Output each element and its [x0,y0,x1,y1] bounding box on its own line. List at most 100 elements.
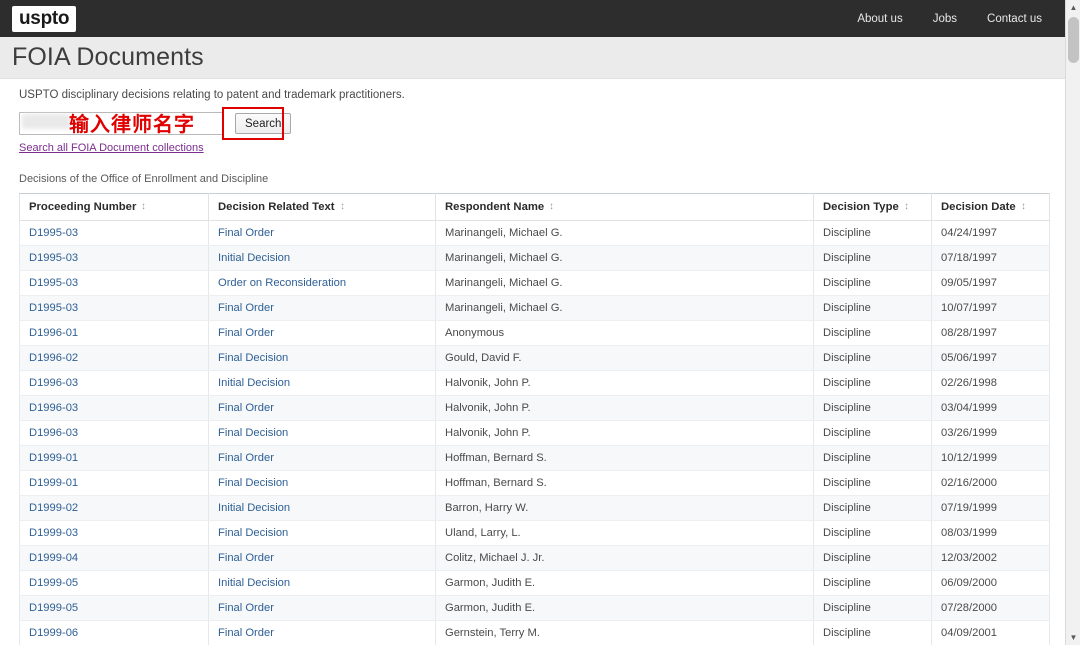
cell-proceeding-number-link[interactable]: D1996-02 [29,352,78,364]
cell-decision-related-text-link[interactable]: Final Order [218,327,274,339]
cell-proceeding-number[interactable]: D1995-03 [19,295,209,321]
cell-proceeding-number[interactable]: D1999-03 [19,520,209,546]
cell-proceeding-number[interactable]: D1999-02 [19,495,209,521]
cell-proceeding-number[interactable]: D1999-04 [19,545,209,571]
cell-decision-related-text-link[interactable]: Initial Decision [218,377,290,389]
cell-proceeding-number-link[interactable]: D1996-03 [29,377,78,389]
cell-proceeding-number-link[interactable]: D1999-05 [29,577,78,589]
cell-decision-related-text[interactable]: Initial Decision [208,245,436,271]
scrollbar-thumb[interactable] [1068,17,1079,63]
cell-decision-related-text[interactable]: Final Order [208,320,436,346]
cell-proceeding-number[interactable]: D1995-03 [19,245,209,271]
foia-documents-table: Proceeding Number ↕ Decision Related Text… [19,192,1050,645]
cell-proceeding-number-link[interactable]: D1999-04 [29,552,78,564]
cell-decision-related-text-link[interactable]: Initial Decision [218,252,290,264]
cell-proceeding-number[interactable]: D1996-02 [19,345,209,371]
uspto-logo[interactable]: uspto [12,5,77,32]
cell-proceeding-number-link[interactable]: D1995-03 [29,302,78,314]
cell-decision-related-text-link[interactable]: Final Decision [218,427,288,439]
cell-decision-related-text-link[interactable]: Final Decision [218,352,288,364]
cell-proceeding-number-link[interactable]: D1999-01 [29,477,78,489]
cell-proceeding-number[interactable]: D1999-01 [19,445,209,471]
cell-proceeding-number[interactable]: D1995-03 [19,270,209,296]
page-title: FOIA Documents [12,43,204,71]
cell-decision-related-text[interactable]: Initial Decision [208,495,436,521]
cell-decision-related-text-link[interactable]: Final Order [218,402,274,414]
cell-proceeding-number[interactable]: D1999-05 [19,570,209,596]
browser-scrollbar[interactable]: ▲ ▼ [1065,0,1080,645]
cell-proceeding-number[interactable]: D1996-03 [19,395,209,421]
cell-proceeding-number[interactable]: D1996-03 [19,420,209,446]
cell-decision-related-text[interactable]: Final Order [208,220,436,246]
nav-link-contact-us[interactable]: Contact us [987,13,1042,25]
cell-proceeding-number[interactable]: D1996-01 [19,320,209,346]
cell-decision-related-text-link[interactable]: Initial Decision [218,502,290,514]
cell-decision-related-text[interactable]: Final Order [208,595,436,621]
sort-icon[interactable]: ↕ [340,201,344,212]
cell-decision-related-text[interactable]: Final Decision [208,420,436,446]
page-root: uspto About us Jobs Contact us FOIA Docu… [0,0,1080,645]
search-button[interactable]: Search [235,113,292,135]
cell-decision-related-text[interactable]: Final Decision [208,470,436,496]
search-input[interactable] [19,112,224,136]
search-all-collections-link[interactable]: Search all FOIA Document collections [19,142,204,154]
cell-decision-related-text-link[interactable]: Final Decision [218,527,288,539]
sort-icon[interactable]: ↕ [904,201,908,212]
cell-decision-related-text[interactable]: Final Decision [208,520,436,546]
column-header-decision-type[interactable]: Decision Type ↕ [813,192,932,221]
cell-proceeding-number-link[interactable]: D1996-03 [29,402,78,414]
cell-decision-date: 09/05/1997 [931,270,1050,296]
cell-decision-related-text[interactable]: Order on Reconsideration [208,270,436,296]
table-row: D1995-03 Final Order Marinangeli, Michael … [19,220,1050,246]
cell-decision-related-text[interactable]: Final Order [208,445,436,471]
scrollbar-up-arrow-icon[interactable]: ▲ [1066,0,1080,15]
cell-decision-related-text-link[interactable]: Initial Decision [218,577,290,589]
cell-decision-related-text[interactable]: Final Order [208,395,436,421]
cell-decision-related-text-link[interactable]: Final Order [218,627,274,639]
cell-proceeding-number[interactable]: D1999-05 [19,595,209,621]
cell-proceeding-number-link[interactable]: D1995-03 [29,277,78,289]
cell-proceeding-number-link[interactable]: D1996-03 [29,427,78,439]
cell-proceeding-number-link[interactable]: D1999-01 [29,452,78,464]
cell-respondent-name: Marinangeli, Michael G. [435,270,814,296]
scrollbar-down-arrow-icon[interactable]: ▼ [1066,630,1080,645]
table-row: D1999-04 Final Order Colitz, Michael J. Jr… [19,545,1050,571]
cell-decision-related-text-link[interactable]: Final Order [218,602,274,614]
column-header-proceeding-number[interactable]: Proceeding Number ↕ [19,192,209,221]
cell-proceeding-number[interactable]: D1999-01 [19,470,209,496]
cell-proceeding-number[interactable]: D1995-03 [19,220,209,246]
cell-proceeding-number-link[interactable]: D1999-05 [29,602,78,614]
cell-decision-related-text-link[interactable]: Final Order [218,552,274,564]
column-header-respondent-name[interactable]: Respondent Name ↕ [435,192,814,221]
sort-icon[interactable]: ↕ [142,201,146,212]
cell-decision-related-text[interactable]: Final Decision [208,345,436,371]
cell-decision-related-text[interactable]: Initial Decision [208,570,436,596]
cell-proceeding-number-link[interactable]: D1999-03 [29,527,78,539]
table-row: D1999-03 Final Decision Uland, Larry, L. Di… [19,520,1050,546]
cell-decision-related-text-link[interactable]: Order on Reconsideration [218,277,346,289]
column-label: Decision Type [823,200,899,213]
nav-link-jobs[interactable]: Jobs [933,13,957,25]
cell-decision-date: 07/18/1997 [931,245,1050,271]
cell-decision-related-text-link[interactable]: Final Order [218,452,274,464]
cell-proceeding-number-link[interactable]: D1999-02 [29,502,78,514]
cell-decision-related-text[interactable]: Final Order [208,295,436,321]
cell-decision-related-text[interactable]: Initial Decision [208,370,436,396]
cell-decision-related-text-link[interactable]: Final Order [218,227,274,239]
cell-decision-related-text[interactable]: Final Order [208,620,436,645]
cell-decision-related-text-link[interactable]: Final Decision [218,477,288,489]
cell-proceeding-number-link[interactable]: D1995-03 [29,252,78,264]
nav-link-about-us[interactable]: About us [857,13,902,25]
cell-decision-related-text-link[interactable]: Final Order [218,302,274,314]
cell-proceeding-number-link[interactable]: D1999-06 [29,627,78,639]
table-row: D1996-03 Initial Decision Halvonik, John P… [19,370,1050,396]
cell-proceeding-number-link[interactable]: D1995-03 [29,227,78,239]
column-header-decision-related-text[interactable]: Decision Related Text ↕ [208,192,436,221]
cell-proceeding-number[interactable]: D1996-03 [19,370,209,396]
cell-proceeding-number[interactable]: D1999-06 [19,620,209,645]
sort-icon[interactable]: ↕ [1021,201,1025,212]
cell-proceeding-number-link[interactable]: D1996-01 [29,327,78,339]
cell-decision-related-text[interactable]: Final Order [208,545,436,571]
column-header-decision-date[interactable]: Decision Date ↕ [931,192,1050,221]
sort-icon[interactable]: ↕ [550,201,554,212]
